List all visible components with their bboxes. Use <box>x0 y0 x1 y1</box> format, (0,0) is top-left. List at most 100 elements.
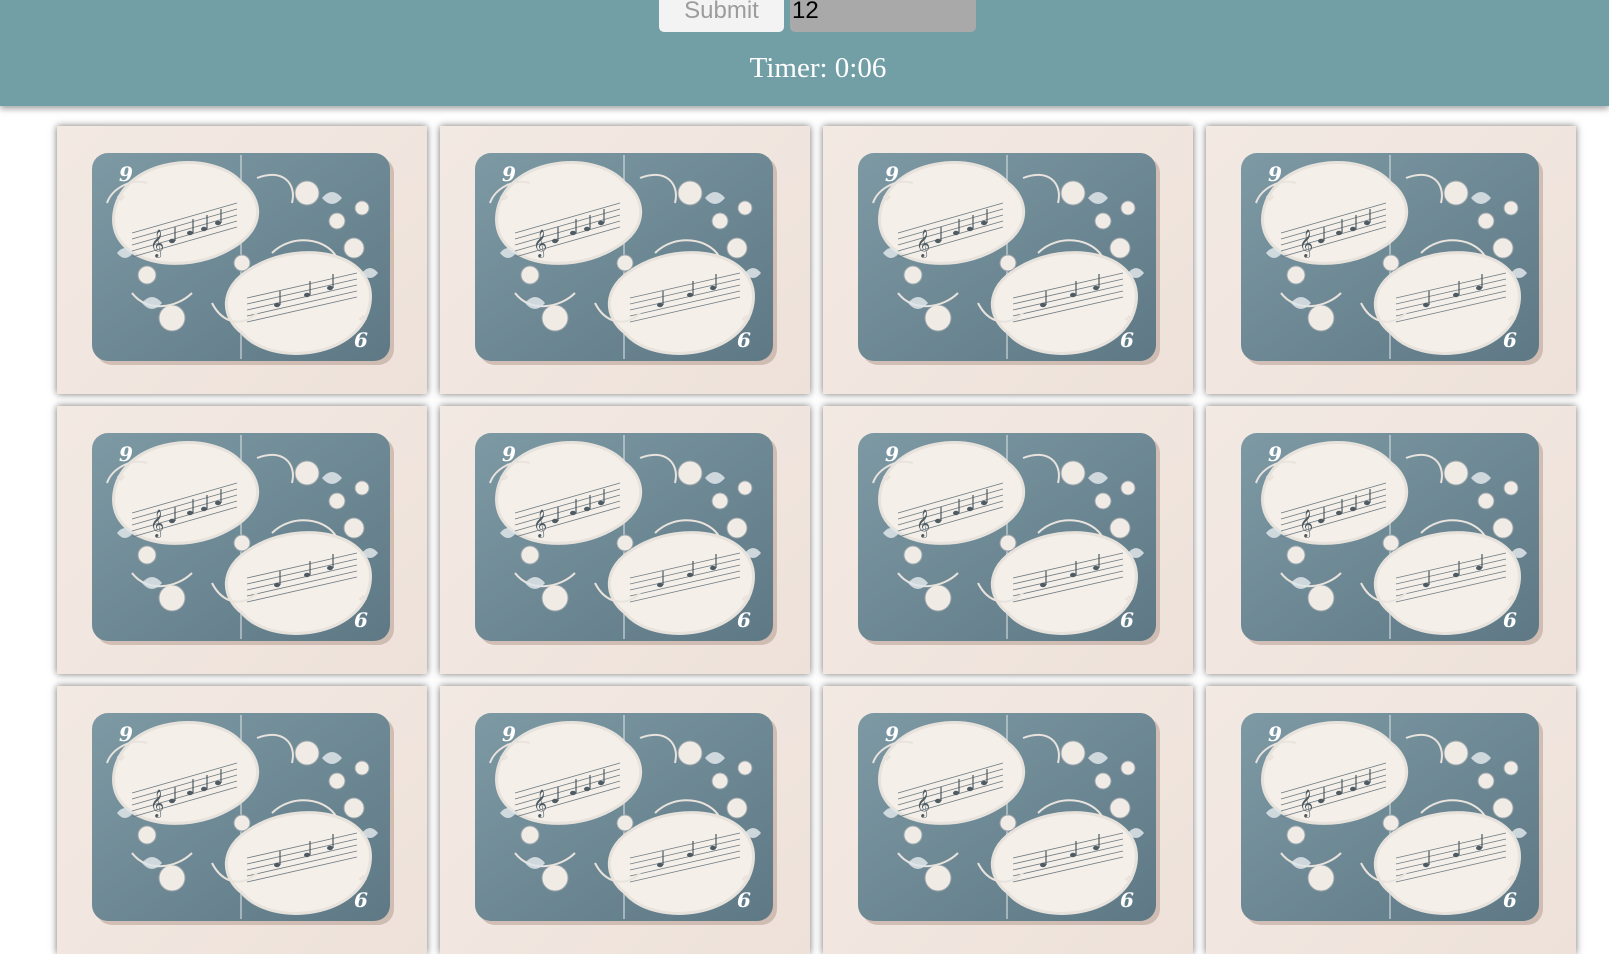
memory-card[interactable]: 𝄞 9 6 ❖ ❖ <box>440 686 810 954</box>
card-back-art: 𝄞 9 6 ❖ ❖ <box>475 433 777 645</box>
memory-card[interactable]: 𝄞 9 6 ❖ ❖ <box>57 686 427 954</box>
card-corner-bottom: 6 <box>1120 608 1134 632</box>
card-corner-top: 9 <box>885 442 899 466</box>
card-corner-top: 9 <box>119 722 133 746</box>
pairs-input[interactable] <box>790 0 976 32</box>
card-back-art: 𝄞 9 6 ❖ ❖ <box>858 153 1160 365</box>
card-corner-top: 9 <box>1268 442 1282 466</box>
memory-card[interactable]: 𝄞 9 6 ❖ ❖ <box>57 126 427 394</box>
card-corner-bottom: 6 <box>1120 888 1134 912</box>
card-corner-bottom: 6 <box>1120 328 1134 352</box>
card-corner-top: 9 <box>502 162 516 186</box>
card-corner-top: 9 <box>885 722 899 746</box>
timer-value: 0:06 <box>834 52 887 84</box>
svg-text:𝄞: 𝄞 <box>1299 229 1313 258</box>
timer-display: Timer: 0:06 <box>0 52 1609 85</box>
memory-card[interactable]: 𝄞 9 6 ❖ ❖ <box>440 406 810 674</box>
svg-text:❖: ❖ <box>1124 873 1134 886</box>
svg-text:❖: ❖ <box>499 471 509 484</box>
svg-text:𝄞: 𝄞 <box>150 509 164 538</box>
card-corner-top: 9 <box>502 442 516 466</box>
card-back-image: 𝄞 9 6 ❖ ❖ <box>92 153 394 365</box>
memory-card[interactable]: 𝄞 9 6 ❖ ❖ <box>1206 686 1576 954</box>
card-corner-bottom: 6 <box>737 328 751 352</box>
card-back-art: 𝄞 9 6 ❖ ❖ <box>92 153 394 365</box>
card-back-image: 𝄞 9 6 ❖ ❖ <box>1241 153 1543 365</box>
card-corner-top: 9 <box>119 442 133 466</box>
card-corner-top: 9 <box>1268 722 1282 746</box>
submit-button[interactable]: Submit <box>659 0 784 32</box>
svg-text:𝄞: 𝄞 <box>1299 509 1313 538</box>
card-back-image: 𝄞 9 6 ❖ ❖ <box>858 153 1160 365</box>
card-back-image: 𝄞 9 6 ❖ ❖ <box>92 433 394 645</box>
svg-text:❖: ❖ <box>1265 191 1275 204</box>
svg-text:❖: ❖ <box>116 471 126 484</box>
memory-card[interactable]: 𝄞 9 6 ❖ ❖ <box>823 126 1193 394</box>
svg-text:❖: ❖ <box>882 471 892 484</box>
card-corner-bottom: 6 <box>354 888 368 912</box>
svg-text:𝄞: 𝄞 <box>533 509 547 538</box>
card-back-art: 𝄞 9 6 ❖ ❖ <box>1241 713 1543 925</box>
svg-text:❖: ❖ <box>741 593 751 606</box>
card-grid: 𝄞 9 6 ❖ ❖ 𝄞 9 6 ❖ ❖ 𝄞 9 6 ❖ ❖ 𝄞 9 6 ❖ ❖ … <box>57 126 1579 954</box>
card-back-art: 𝄞 9 6 ❖ ❖ <box>1241 153 1543 365</box>
card-back-art: 𝄞 9 6 ❖ ❖ <box>858 433 1160 645</box>
card-back-image: 𝄞 9 6 ❖ ❖ <box>475 153 777 365</box>
card-corner-top: 9 <box>885 162 899 186</box>
timer-label: Timer: <box>749 52 828 84</box>
svg-text:𝄞: 𝄞 <box>916 789 930 818</box>
svg-text:𝄞: 𝄞 <box>150 229 164 258</box>
svg-text:❖: ❖ <box>882 751 892 764</box>
card-corner-bottom: 6 <box>354 608 368 632</box>
svg-text:❖: ❖ <box>741 313 751 326</box>
card-corner-bottom: 6 <box>1503 608 1517 632</box>
memory-card[interactable]: 𝄞 9 6 ❖ ❖ <box>823 686 1193 954</box>
card-back-art: 𝄞 9 6 ❖ ❖ <box>858 713 1160 925</box>
memory-card[interactable]: 𝄞 9 6 ❖ ❖ <box>57 406 427 674</box>
svg-text:𝄞: 𝄞 <box>150 789 164 818</box>
card-back-image: 𝄞 9 6 ❖ ❖ <box>1241 713 1543 925</box>
card-corner-bottom: 6 <box>1503 888 1517 912</box>
card-back-art: 𝄞 9 6 ❖ ❖ <box>92 713 394 925</box>
card-corner-top: 9 <box>502 722 516 746</box>
svg-text:❖: ❖ <box>358 873 368 886</box>
svg-text:❖: ❖ <box>1507 873 1517 886</box>
svg-text:❖: ❖ <box>1124 593 1134 606</box>
card-back-image: 𝄞 9 6 ❖ ❖ <box>475 713 777 925</box>
svg-text:𝄞: 𝄞 <box>916 509 930 538</box>
card-back-art: 𝄞 9 6 ❖ ❖ <box>1241 433 1543 645</box>
memory-card[interactable]: 𝄞 9 6 ❖ ❖ <box>1206 406 1576 674</box>
card-back-image: 𝄞 9 6 ❖ ❖ <box>1241 433 1543 645</box>
card-corner-top: 9 <box>1268 162 1282 186</box>
svg-text:❖: ❖ <box>116 751 126 764</box>
svg-text:❖: ❖ <box>1124 313 1134 326</box>
svg-text:❖: ❖ <box>741 873 751 886</box>
game-header: Submit Timer: 0:06 <box>0 0 1609 106</box>
card-back-image: 𝄞 9 6 ❖ ❖ <box>858 433 1160 645</box>
svg-text:❖: ❖ <box>1507 593 1517 606</box>
card-back-art: 𝄞 9 6 ❖ ❖ <box>475 153 777 365</box>
memory-card[interactable]: 𝄞 9 6 ❖ ❖ <box>823 406 1193 674</box>
svg-text:𝄞: 𝄞 <box>533 229 547 258</box>
svg-text:❖: ❖ <box>1265 471 1275 484</box>
svg-text:𝄞: 𝄞 <box>1299 789 1313 818</box>
card-corner-bottom: 6 <box>737 888 751 912</box>
svg-text:❖: ❖ <box>1265 751 1275 764</box>
card-back-image: 𝄞 9 6 ❖ ❖ <box>858 713 1160 925</box>
svg-text:❖: ❖ <box>358 593 368 606</box>
card-back-art: 𝄞 9 6 ❖ ❖ <box>475 713 777 925</box>
svg-text:❖: ❖ <box>882 191 892 204</box>
memory-card[interactable]: 𝄞 9 6 ❖ ❖ <box>440 126 810 394</box>
card-back-image: 𝄞 9 6 ❖ ❖ <box>475 433 777 645</box>
memory-card[interactable]: 𝄞 9 6 ❖ ❖ <box>1206 126 1576 394</box>
svg-text:❖: ❖ <box>499 191 509 204</box>
card-back-image: 𝄞 9 6 ❖ ❖ <box>92 713 394 925</box>
card-corner-top: 9 <box>119 162 133 186</box>
svg-text:𝄞: 𝄞 <box>533 789 547 818</box>
svg-text:❖: ❖ <box>358 313 368 326</box>
card-corner-bottom: 6 <box>1503 328 1517 352</box>
card-back-art: 𝄞 9 6 ❖ ❖ <box>92 433 394 645</box>
svg-text:𝄞: 𝄞 <box>916 229 930 258</box>
card-corner-bottom: 6 <box>737 608 751 632</box>
card-corner-bottom: 6 <box>354 328 368 352</box>
